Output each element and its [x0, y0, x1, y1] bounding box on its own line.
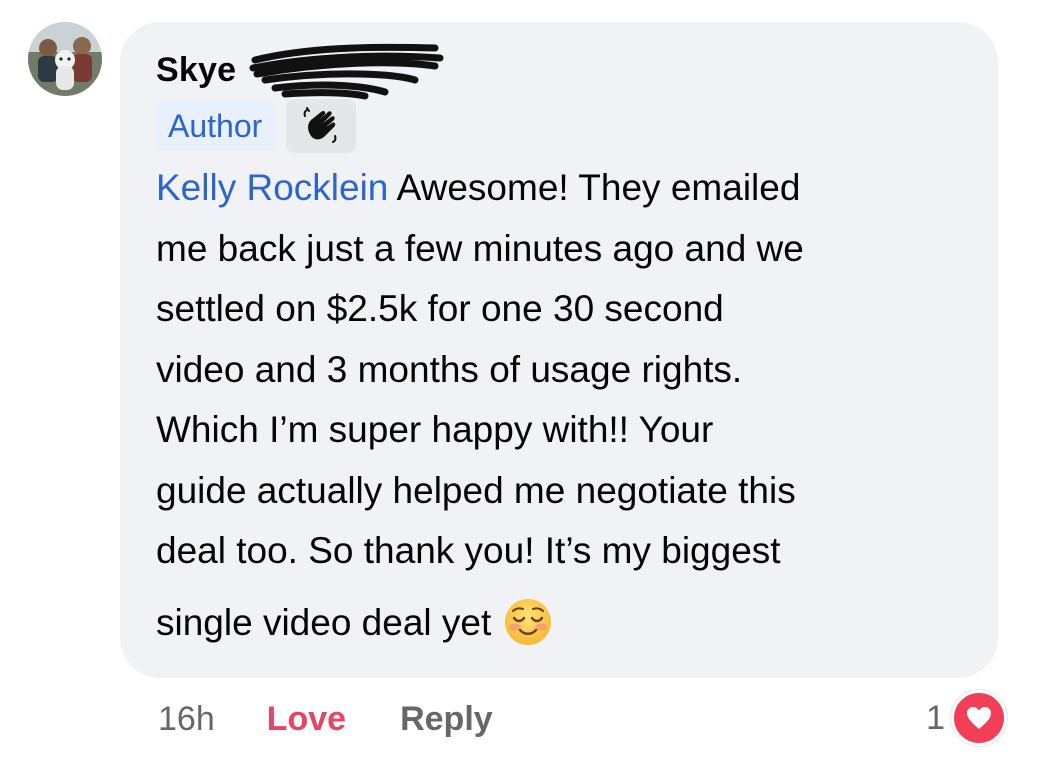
comment-line: deal too. So thank you! It’s my biggest — [156, 530, 781, 571]
comment-view: Skye Author Kelly Rocklein Awesome! They… — [0, 0, 1043, 763]
love-button[interactable]: Love — [267, 700, 346, 739]
author-name-row: Skye — [156, 50, 236, 90]
avatar[interactable] — [28, 22, 102, 96]
comment-line: guide actually helped me negotiate this — [156, 469, 796, 511]
comment-timestamp[interactable]: 16h — [158, 700, 215, 739]
comment-line: settled on $2.5k for one 30 second — [156, 288, 724, 329]
reaction-summary[interactable]: 1 — [926, 690, 1007, 746]
reply-button[interactable]: Reply — [400, 700, 493, 739]
mention-link[interactable]: Kelly Rocklein — [156, 167, 388, 208]
comment-line: me back just a few minutes ago and we — [156, 227, 804, 269]
author-name[interactable]: Skye — [156, 51, 236, 90]
heart-reaction — [951, 690, 1007, 746]
comment-last-line: single video deal yet — [156, 597, 553, 647]
author-badges: Author — [156, 99, 357, 153]
comment-body: Kelly Rocklein Awesome! They emailed me … — [156, 158, 976, 653]
waving-hand-icon — [303, 107, 337, 143]
heart-icon — [967, 707, 991, 729]
author-badge: Author — [156, 101, 277, 151]
comment-line: Kelly Rocklein Awesome! They emailed — [156, 167, 801, 208]
comment-line: video and 3 months of usage rights. — [156, 348, 743, 390]
redaction-scribble — [249, 43, 444, 100]
reaction-count: 1 — [926, 698, 945, 737]
avatar-photo-icon — [28, 22, 102, 96]
smiling-face-emoji-icon — [505, 598, 552, 645]
waving-hand-badge — [286, 99, 357, 153]
comment-line: Which I’m super happy with!! Your — [156, 409, 714, 450]
comment-actions: 16h Love Reply — [158, 694, 493, 744]
